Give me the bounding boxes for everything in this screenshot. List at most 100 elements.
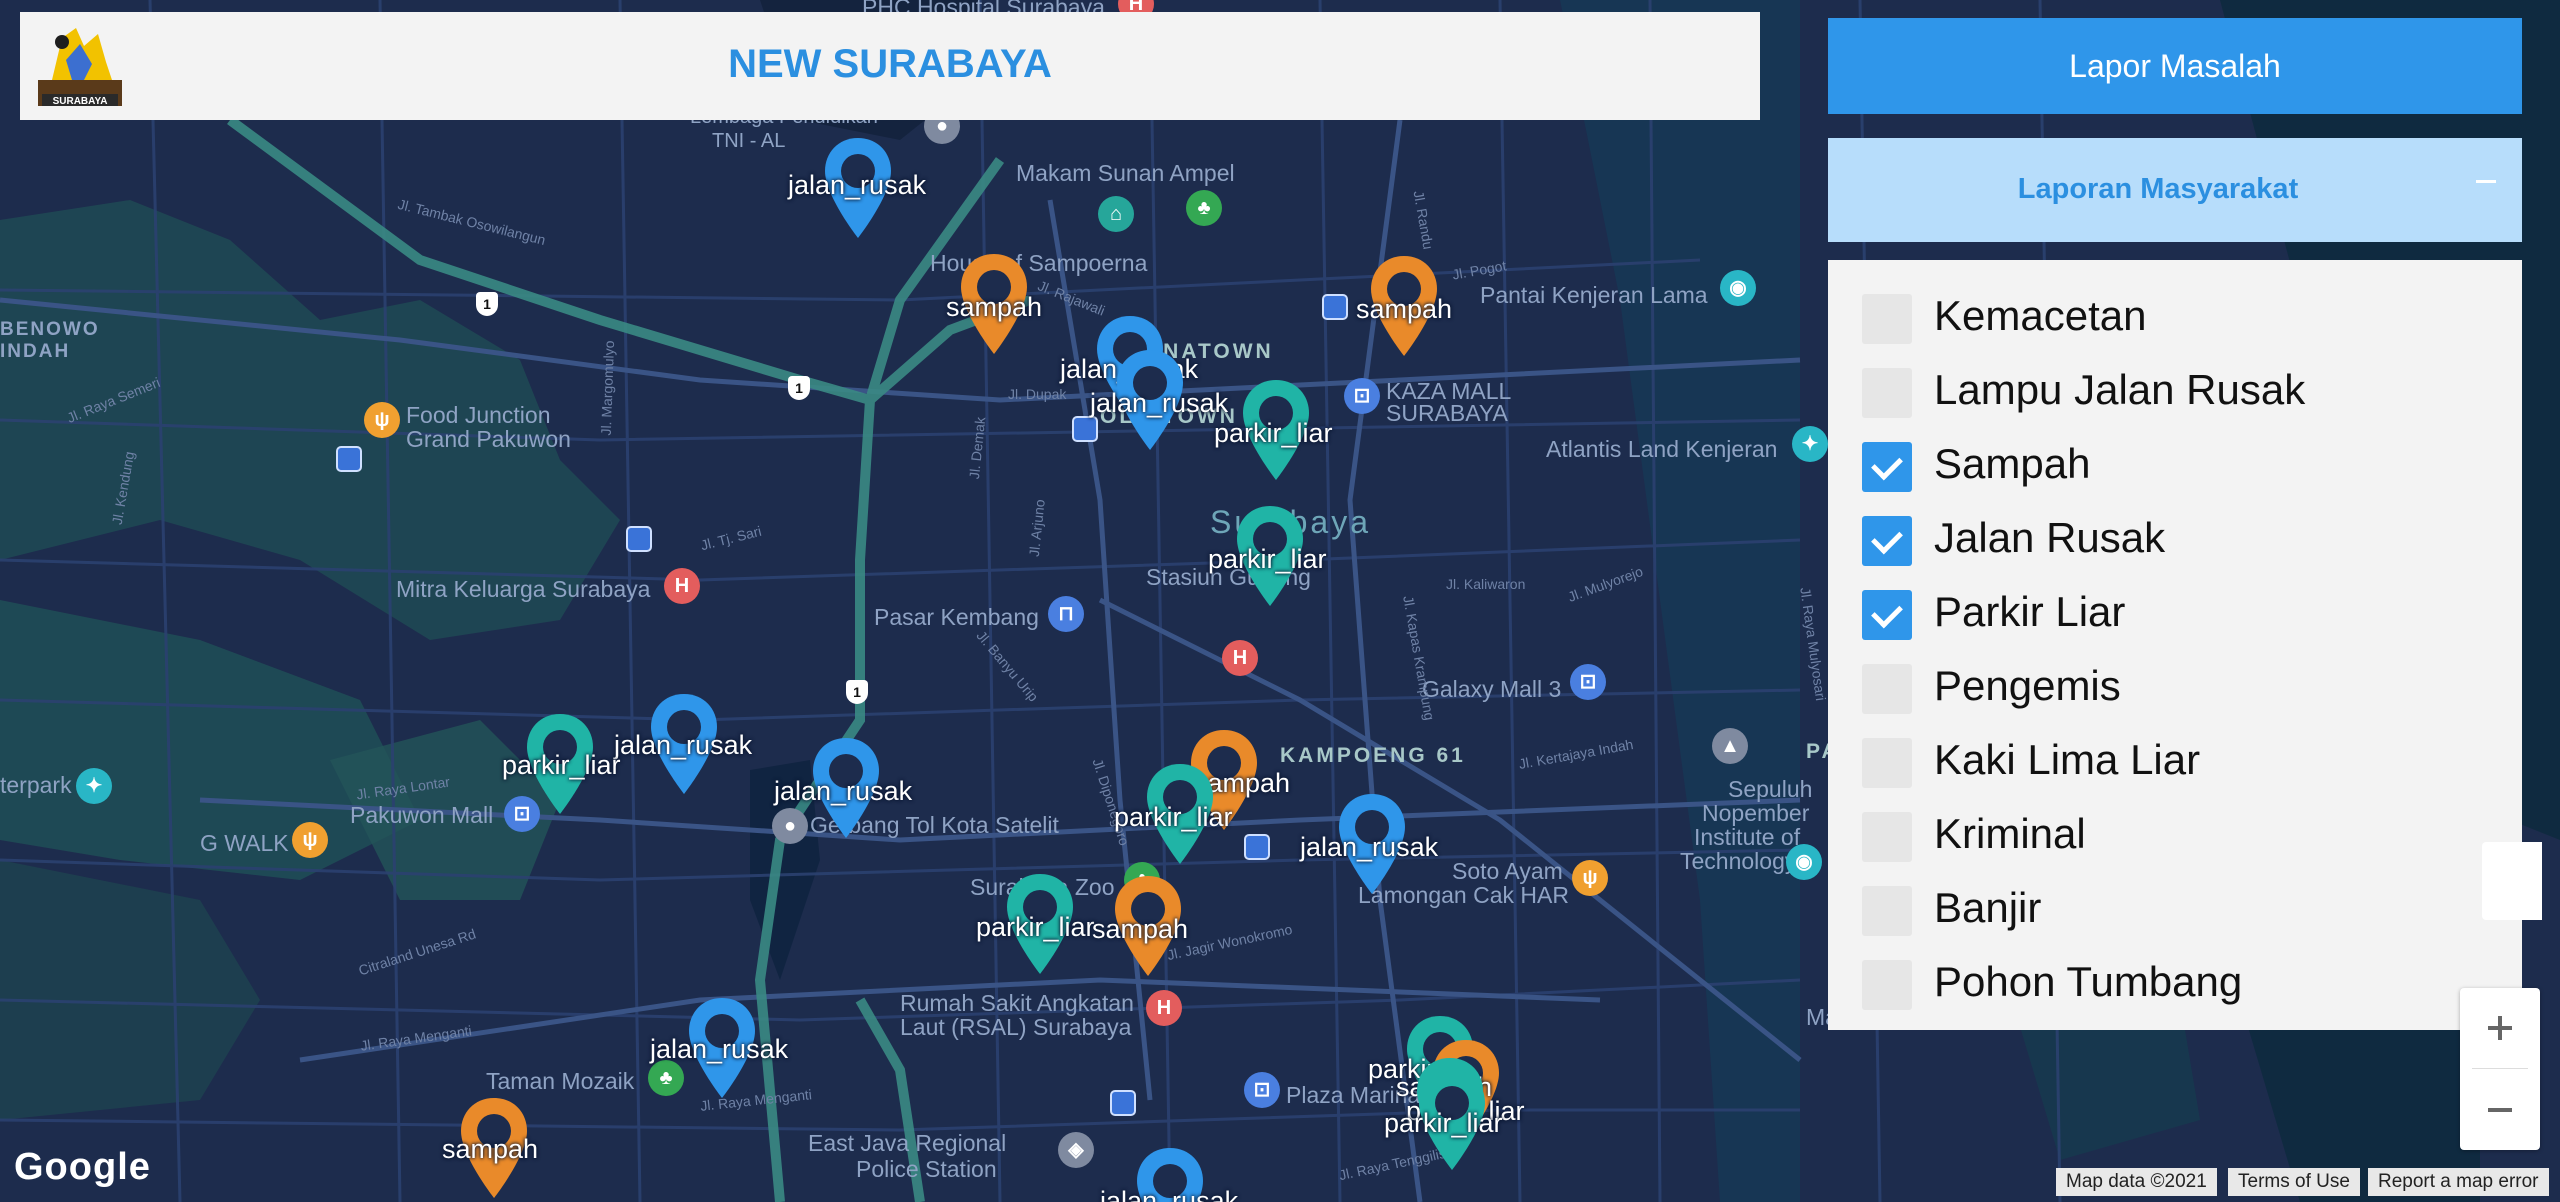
restaurant-icon[interactable]: ψ: [292, 822, 328, 858]
category-label: Lampu Jalan Rusak: [1934, 366, 2306, 413]
place-label: Soto Ayam: [1452, 858, 1563, 884]
place-label: Food Junction: [406, 402, 551, 428]
place-label: Pantai Kenjeran Lama: [1480, 282, 1708, 308]
place-label: Pasar Kembang: [874, 604, 1039, 630]
place-label: Pakuwon Mall: [350, 802, 494, 828]
restaurant-icon[interactable]: ψ: [364, 402, 400, 438]
zoom-out-button[interactable]: [2460, 1070, 2540, 1150]
category-label: Jalan Rusak: [1934, 514, 2166, 561]
place-label: Nopember: [1702, 800, 1810, 826]
report-marker-label: jalan_rusak: [1300, 832, 1439, 862]
place-label: Atlantis Land Kenjeran: [1546, 436, 1778, 462]
place-label: Galaxy Mall 3: [1422, 676, 1562, 702]
place-label: Mitra Keluarga Surabaya: [396, 576, 651, 602]
police-icon[interactable]: ◈: [1058, 1132, 1094, 1168]
category-label: Kaki Lima Liar: [1934, 736, 2201, 783]
shopping-icon[interactable]: ⊡: [1344, 378, 1380, 414]
park-icon[interactable]: ♣: [1186, 190, 1222, 226]
place-label: SURABAYA: [1386, 400, 1508, 426]
category-checkbox[interactable]: [1862, 664, 1912, 714]
place-label: Taman Mozaik: [486, 1068, 635, 1094]
shopping-icon[interactable]: ⊡: [1244, 1072, 1280, 1108]
community-reports-toggle[interactable]: Laporan Masyarakat: [1828, 138, 2522, 242]
category-label: Banjir: [1934, 884, 2042, 931]
report-problem-button[interactable]: Lapor Masalah: [1828, 18, 2522, 114]
place-label: INDAH: [0, 341, 71, 362]
category-label: Parkir Liar: [1934, 588, 2126, 635]
zoom-in-button[interactable]: [2460, 988, 2540, 1068]
category-checkbox[interactable]: [1862, 294, 1912, 344]
bus-stop-icon[interactable]: [336, 446, 362, 472]
museum-icon[interactable]: ⌂: [1098, 196, 1134, 232]
report-map-error-link[interactable]: Report a map error: [2368, 1168, 2549, 1196]
category-label: Kriminal: [1934, 810, 2086, 857]
street-label: Jl. Dupak: [1008, 386, 1067, 402]
report-marker-label: parkir_liar: [1208, 544, 1327, 574]
category-checkbox[interactable]: [1862, 960, 1912, 1010]
report-marker-label: jalan_rusak: [614, 730, 753, 760]
bus-stop-icon[interactable]: [1322, 294, 1348, 320]
svg-text:SURABAYA: SURABAYA: [53, 96, 108, 107]
category-checkbox[interactable]: [1862, 812, 1912, 862]
district-label: KAMPOENG 61: [1280, 744, 1466, 767]
report-marker-label: parkir_liar: [1384, 1108, 1503, 1138]
map-data-credit: Map data ©2021: [2056, 1168, 2217, 1196]
bus-stop-icon[interactable]: [1110, 1090, 1136, 1116]
category-checkbox[interactable]: [1862, 516, 1912, 566]
report-marker-label: jalan_rusak: [650, 1034, 789, 1064]
category-label: Sampah: [1934, 440, 2091, 487]
report-marker-label: parkir_liar: [502, 750, 621, 780]
place-label: East Java Regional: [808, 1130, 1007, 1156]
community-reports-title: Laporan Masyarakat: [2017, 173, 2299, 205]
category-checkbox[interactable]: [1862, 368, 1912, 418]
hospital-icon[interactable]: H: [1222, 640, 1258, 676]
street-label: Jl. Margomulyo: [597, 340, 618, 436]
report-marker-label: parkir_liar: [976, 912, 1095, 942]
category-filter-panel: Kemacetan Lampu Jalan Rusak Sampah Jalan Ru…: [1828, 260, 2522, 1030]
hospital-icon[interactable]: H: [1146, 990, 1182, 1026]
place-label: Makam Sunan Ampel: [1016, 160, 1235, 186]
terms-link[interactable]: Terms of Use: [2228, 1168, 2360, 1196]
app-title: NEW SURABAYA: [728, 42, 1052, 86]
category-checkbox[interactable]: [1862, 442, 1912, 492]
app-header: SURABAYA NEW SURABAYA: [20, 12, 1760, 120]
highway-shield-icon: 1: [788, 376, 810, 400]
park-icon[interactable]: ♣: [648, 1060, 684, 1096]
bus-stop-icon[interactable]: [626, 526, 652, 552]
zoom-divider: [2472, 1068, 2528, 1069]
school-icon[interactable]: ▲: [1712, 728, 1748, 764]
place-label: Grand Pakuwon: [406, 426, 571, 452]
location-icon[interactable]: ●: [772, 808, 808, 844]
attraction-icon[interactable]: ✦: [76, 768, 112, 804]
report-marker-label: sampah: [1356, 294, 1453, 324]
hospital-icon[interactable]: H: [664, 568, 700, 604]
camera-icon[interactable]: ◉: [1786, 844, 1822, 880]
highway-shield-icon: 1: [476, 292, 498, 316]
report-marker-label: sampah: [946, 292, 1043, 322]
category-checkbox[interactable]: [1862, 886, 1912, 936]
report-marker-label: jalan_rusak: [1100, 1186, 1239, 1202]
report-marker-label: jalan_rusak: [1090, 388, 1229, 418]
highway-shield-icon: 1: [846, 680, 868, 704]
report-marker-label: jalan_rusak: [774, 776, 913, 806]
category-checkbox[interactable]: [1862, 738, 1912, 788]
place-label: terpark: [0, 772, 72, 798]
street-label: Jl. Kaliwaron: [1446, 576, 1526, 592]
report-marker-label: parkir_liar: [1214, 418, 1333, 448]
camera-icon[interactable]: ◉: [1720, 270, 1756, 306]
shopping-cart-icon[interactable]: ⊓: [1048, 596, 1084, 632]
zoom-control: [2460, 988, 2540, 1150]
place-label: Police Station: [856, 1156, 997, 1182]
category-label: Pohon Tumbang: [1934, 958, 2243, 1005]
shopping-icon[interactable]: ⊡: [1570, 664, 1606, 700]
report-marker-label: parkir_liar: [1114, 802, 1233, 832]
google-logo: Google: [14, 1146, 151, 1188]
minus-icon[interactable]: [2476, 180, 2496, 183]
report-marker-label: sampah: [442, 1134, 539, 1164]
attraction-icon[interactable]: ✦: [1792, 426, 1828, 462]
map-control[interactable]: [2482, 842, 2542, 920]
place-label: TNI - AL: [712, 130, 786, 152]
category-checkbox[interactable]: [1862, 590, 1912, 640]
place-label: Laut (RSAL) Surabaya: [900, 1014, 1132, 1040]
restaurant-icon[interactable]: ψ: [1572, 860, 1608, 896]
